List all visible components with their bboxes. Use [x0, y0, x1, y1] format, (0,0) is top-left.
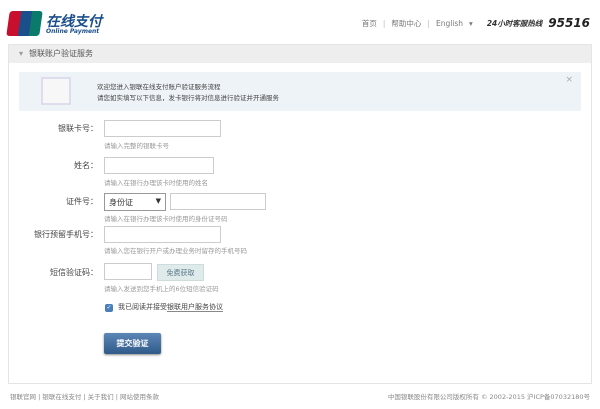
agree-text: 我已阅读并接受银联用户服务协议 [118, 302, 223, 312]
name-label: 姓名： [74, 161, 98, 170]
id-type-value: 身份证 [109, 198, 133, 207]
panel-title: 银联账户验证服务 [29, 49, 94, 58]
hotline-label: 24小时客服热线 [486, 18, 543, 28]
agree-checkbox[interactable]: ✓ [105, 304, 113, 312]
submit-button[interactable]: 提交验证 [104, 333, 161, 354]
sms-hint: 请输入发送到您手机上的6位短信验证码 [104, 285, 219, 293]
info-line-1: 欢迎您进入银联在线支付账户验证服务流程 [97, 83, 221, 91]
sms-label: 短信验证码： [50, 268, 98, 277]
name-input[interactable] [104, 157, 214, 174]
card-illustration-icon [41, 77, 71, 105]
id-hint: 请输入在银行办理该卡时使用的身份证号码 [104, 215, 228, 223]
logo-subtitle: Online Payment [46, 28, 100, 35]
footer-link[interactable]: 网站使用条款 [120, 393, 159, 401]
unionpay-logo[interactable] [6, 11, 43, 36]
copyright: 中国银联股份有限公司版权所有 © 2002-2015 沪ICP备07032180… [387, 393, 590, 401]
divider: | [382, 18, 386, 28]
panel-header[interactable]: ▾ 银联账户验证服务 [9, 45, 591, 63]
verification-panel: ▾ 银联账户验证服务 欢迎您进入银联在线支付账户验证服务流程 请您如实填写以下信息… [8, 44, 592, 384]
nav-home[interactable]: 首页 [362, 18, 377, 29]
chevron-down-icon: ▼ [155, 197, 161, 205]
footer-link[interactable]: 银联在线支付 [42, 393, 81, 401]
info-box: 欢迎您进入银联在线支付账户验证服务流程 请您如实填写以下信息，发卡银行将对信息进… [19, 72, 581, 111]
id-type-select[interactable]: 身份证 ▼ [104, 193, 166, 211]
close-icon[interactable]: × [565, 75, 573, 85]
agree-prefix: 我已阅读并接受 [118, 303, 167, 311]
phone-input[interactable] [104, 226, 221, 243]
info-line-2: 请您如实填写以下信息，发卡银行将对信息进行验证并开通服务 [97, 94, 279, 102]
collapse-icon[interactable]: ▾ [19, 49, 23, 58]
get-code-button[interactable]: 免费获取 [157, 264, 204, 281]
phone-label: 银行预留手机号： [34, 230, 98, 239]
card-number-input[interactable] [104, 120, 221, 137]
divider: | [427, 18, 430, 28]
hotline-number: 95516 [548, 16, 590, 30]
footer-link[interactable]: 关于我们 [88, 393, 114, 401]
footer-links: 银联官网 | 银联在线支付 | 关于我们 | 网站使用条款 [10, 393, 159, 401]
top-nav: 首页 | 帮助中心 | English ▾ 24小时客服热线 95516 [362, 16, 590, 30]
chevron-down-icon[interactable]: ▾ [469, 19, 473, 28]
card-label: 银联卡号： [58, 124, 98, 133]
id-number-input[interactable] [170, 193, 266, 210]
nav-help[interactable]: 帮助中心 [391, 18, 421, 29]
footer-link[interactable]: 银联官网 [10, 393, 36, 401]
id-label: 证件号： [66, 197, 98, 206]
agreement-link[interactable]: 银联用户服务协议 [167, 303, 223, 312]
card-hint: 请输入完整的银联卡号 [104, 142, 169, 150]
phone-hint: 请输入您在银行开户或办理业务时留存的手机号码 [104, 247, 247, 255]
name-hint: 请输入在银行办理该卡时使用的姓名 [104, 179, 208, 187]
sms-code-input[interactable] [104, 263, 152, 280]
nav-language[interactable]: English [436, 19, 463, 28]
